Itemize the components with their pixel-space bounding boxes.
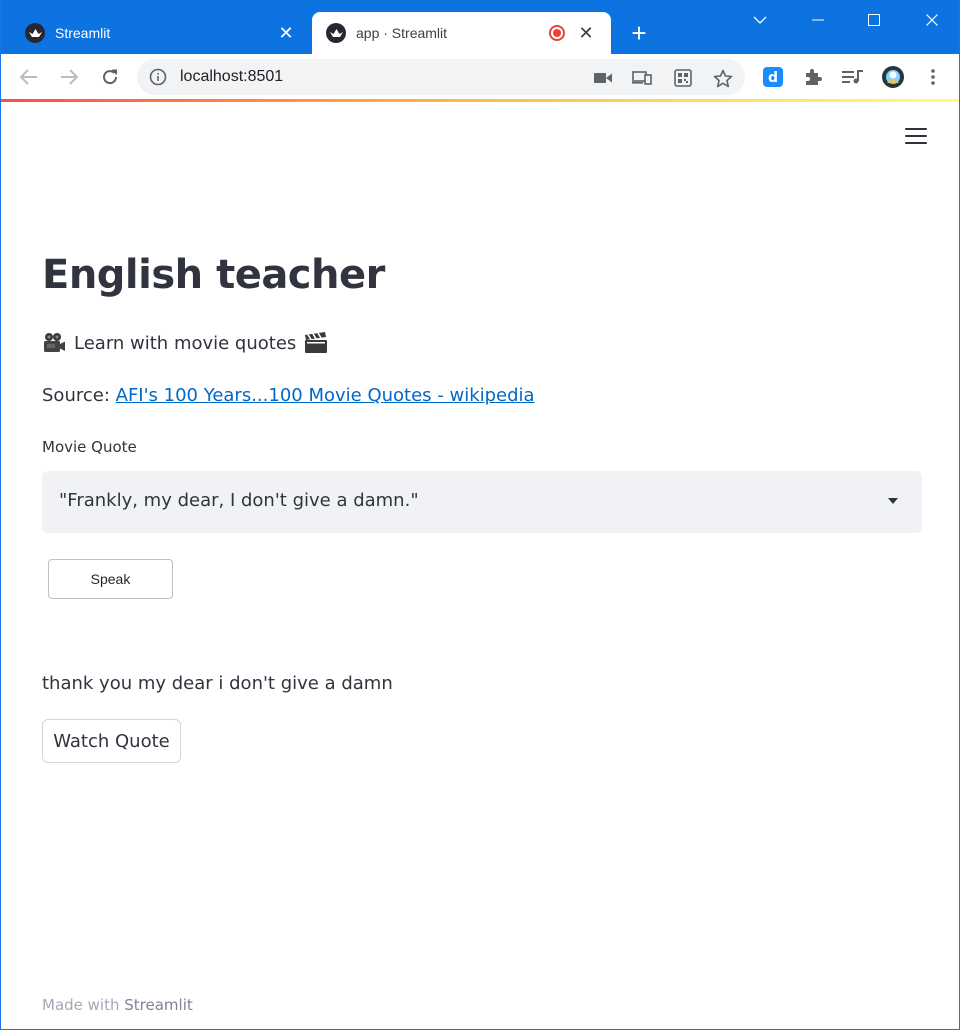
source-prefix: Source: — [42, 385, 110, 406]
footer-prefix: Made with — [42, 996, 120, 1014]
forward-arrow-icon[interactable] — [54, 62, 84, 92]
profile-avatar-icon[interactable] — [880, 64, 906, 90]
tab-close-icon[interactable]: ✕ — [275, 22, 297, 44]
tab-title: app · Streamlit — [356, 25, 448, 41]
media-queue-icon[interactable] — [840, 64, 866, 90]
source-line: Source: AFI's 100 Years...100 Movie Quot… — [42, 385, 535, 406]
clapper-board-icon — [305, 332, 328, 353]
reload-icon[interactable] — [95, 62, 125, 92]
maximize-icon[interactable] — [851, 0, 897, 40]
minimize-icon[interactable] — [795, 0, 841, 40]
page-title: English teacher — [42, 252, 385, 298]
movie-quote-select[interactable]: "Frankly, my dear, I don't give a damn." — [42, 471, 922, 533]
extension-d-icon[interactable]: d — [760, 64, 786, 90]
browser-toolbar: localhost:8501 d — [1, 54, 959, 100]
recording-icon — [549, 25, 565, 41]
tab-search-chevron-icon[interactable] — [737, 0, 783, 40]
tab-app-streamlit[interactable]: app · Streamlit ✕ — [312, 12, 611, 54]
site-info-icon[interactable] — [149, 68, 167, 86]
speech-transcript: thank you my dear i don't give a damn — [42, 673, 393, 694]
footer-brand-link[interactable]: Streamlit — [124, 996, 193, 1014]
source-link[interactable]: AFI's 100 Years...100 Movie Quotes - wik… — [116, 385, 535, 406]
browser-window: Streamlit ✕ app · Streamlit ✕ + localhos… — [0, 0, 960, 1030]
watch-quote-button[interactable]: Watch Quote — [42, 719, 181, 763]
streamlit-favicon-icon — [25, 23, 45, 43]
cast-devices-icon[interactable] — [631, 67, 653, 89]
tab-close-icon[interactable]: ✕ — [575, 22, 597, 44]
movie-quote-label: Movie Quote — [42, 438, 137, 456]
url-text: localhost:8501 — [180, 68, 284, 85]
footer: Made with Streamlit — [42, 996, 193, 1014]
subtitle-text: Learn with movie quotes — [74, 332, 297, 354]
tab-strip: Streamlit ✕ app · Streamlit ✕ + — [1, 0, 959, 54]
subtitle: Learn with movie quotes — [42, 332, 328, 354]
speak-button[interactable]: Speak — [48, 559, 173, 599]
more-menu-icon[interactable] — [920, 64, 946, 90]
svg-text:d: d — [768, 70, 778, 86]
camera-icon[interactable] — [592, 67, 614, 89]
address-bar[interactable]: localhost:8501 — [137, 59, 745, 95]
streamlit-favicon-icon — [326, 23, 346, 43]
tab-streamlit[interactable]: Streamlit ✕ — [1, 12, 311, 54]
bookmark-star-icon[interactable] — [712, 67, 734, 89]
selected-quote: "Frankly, my dear, I don't give a damn." — [59, 490, 419, 511]
extensions-puzzle-icon[interactable] — [800, 64, 826, 90]
tab-title: Streamlit — [55, 25, 111, 41]
hamburger-menu-icon[interactable] — [905, 128, 927, 146]
new-tab-button[interactable]: + — [625, 20, 653, 48]
back-arrow-icon[interactable] — [14, 62, 44, 92]
streamlit-app: English teacher Learn with movie quotes … — [1, 102, 959, 1028]
qr-code-icon[interactable] — [672, 67, 694, 89]
dropdown-caret-icon[interactable] — [888, 498, 898, 504]
window-close-icon[interactable] — [909, 0, 955, 40]
movie-camera-icon — [44, 333, 65, 352]
